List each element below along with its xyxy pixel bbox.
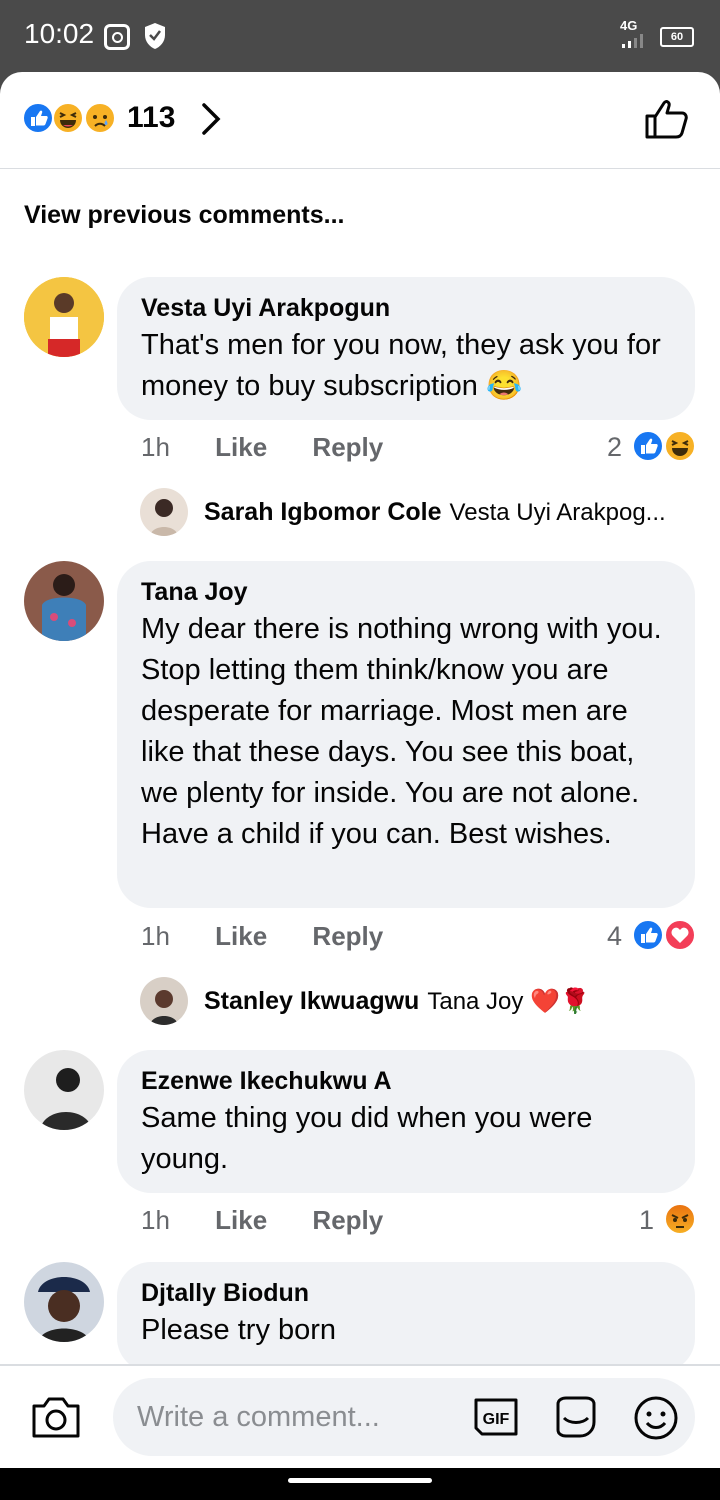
haha-icon bbox=[52, 102, 84, 134]
comments-sheet: 113 View previous comments... Vesta Uyi … bbox=[0, 72, 720, 1468]
battery-indicator: 60 bbox=[660, 27, 694, 47]
like-icon bbox=[22, 102, 54, 134]
comment-input[interactable] bbox=[113, 1378, 695, 1456]
sad-icon bbox=[84, 102, 116, 134]
like-icon bbox=[632, 919, 664, 951]
avatar-image bbox=[24, 561, 104, 641]
comment-author[interactable]: Vesta Uyi Arakpogun bbox=[141, 293, 671, 323]
reply-author: Stanley Ikwuagwu Tana Joy ❤️🌹 bbox=[204, 987, 590, 1016]
like-button[interactable]: Like bbox=[215, 432, 267, 462]
like-icon bbox=[632, 430, 664, 462]
comment-author[interactable]: Djtally Biodun bbox=[141, 1278, 671, 1308]
reply-author-name: Stanley Ikwuagwu bbox=[204, 987, 420, 1015]
status-bar: 10:02 4G 60 bbox=[0, 0, 720, 72]
avatar-image bbox=[24, 1050, 104, 1130]
haha-icon bbox=[664, 430, 696, 462]
like-button[interactable]: Like bbox=[215, 1205, 267, 1235]
status-time: 10:02 bbox=[24, 18, 95, 49]
comment-actions: 1h Like Reply bbox=[141, 432, 421, 463]
home-gesture-handle[interactable] bbox=[288, 1478, 432, 1483]
love-icon bbox=[664, 919, 696, 951]
angry-icon bbox=[664, 1203, 696, 1235]
avatar bbox=[140, 488, 188, 536]
chevron-right-icon[interactable] bbox=[200, 102, 222, 136]
camera-icon[interactable] bbox=[30, 1394, 82, 1440]
view-previous-comments-link[interactable]: View previous comments... bbox=[24, 201, 344, 230]
avatar[interactable] bbox=[24, 561, 104, 641]
comment-actions: 1h Like Reply bbox=[141, 921, 421, 952]
reaction-count: 113 bbox=[127, 101, 176, 134]
comment-bubble[interactable]: Tana Joy My dear there is nothing wrong … bbox=[117, 561, 695, 908]
comment-text: My dear there is nothing wrong with you.… bbox=[141, 613, 662, 850]
comment-bubble[interactable]: Vesta Uyi Arakpogun That's men for you n… bbox=[117, 277, 695, 420]
comment-author[interactable]: Tana Joy bbox=[141, 577, 671, 607]
avatar bbox=[140, 977, 188, 1025]
instagram-icon bbox=[104, 24, 130, 50]
avatar[interactable] bbox=[24, 1050, 104, 1130]
reply-text: Tana Joy ❤️🌹 bbox=[427, 988, 590, 1015]
comment-time: 1h bbox=[141, 921, 170, 951]
thumbs-up-icon[interactable] bbox=[644, 98, 690, 140]
comment-time: 1h bbox=[141, 1205, 170, 1235]
comment-reaction-count[interactable]: 4 bbox=[607, 921, 622, 952]
avatar[interactable] bbox=[24, 1262, 104, 1342]
reply-author-name: Sarah Igbomor Cole bbox=[204, 498, 442, 526]
avatar-image bbox=[24, 277, 104, 357]
comment-bubble[interactable]: Ezenwe Ikechukwu A Same thing you did wh… bbox=[117, 1050, 695, 1193]
reply-button[interactable]: Reply bbox=[312, 921, 383, 951]
sticker-icon[interactable] bbox=[552, 1394, 600, 1442]
svg-text:GIF: GIF bbox=[483, 1411, 510, 1428]
comment-time: 1h bbox=[141, 432, 170, 462]
signal-icon bbox=[622, 34, 643, 48]
shield-icon bbox=[145, 23, 165, 49]
comment-text: Same thing you did when you were young. bbox=[141, 1102, 593, 1175]
avatar-image bbox=[24, 1262, 104, 1342]
comment-actions: 1h Like Reply bbox=[141, 1205, 421, 1236]
comment-reaction-count[interactable]: 2 bbox=[607, 432, 622, 463]
comment-composer: GIF bbox=[0, 1364, 720, 1468]
reaction-summary-icons bbox=[22, 102, 122, 136]
navigation-bar bbox=[0, 1468, 720, 1500]
emoji-icon[interactable] bbox=[632, 1394, 680, 1442]
reply-text: Vesta Uyi Arakpog... bbox=[449, 499, 666, 526]
gif-icon[interactable]: GIF bbox=[472, 1396, 520, 1438]
comment-bubble[interactable]: Djtally Biodun Please try born bbox=[117, 1262, 695, 1372]
comment-text: That's men for you now, they ask you for… bbox=[141, 329, 661, 402]
comment-reaction-count[interactable]: 1 bbox=[639, 1205, 654, 1236]
reply-preview[interactable]: Sarah Igbomor Cole Vesta Uyi Arakpog... bbox=[140, 488, 700, 536]
comment-author[interactable]: Ezenwe Ikechukwu A bbox=[141, 1066, 671, 1096]
reactions-header[interactable]: 113 bbox=[0, 72, 720, 169]
reply-preview[interactable]: Stanley Ikwuagwu Tana Joy ❤️🌹 bbox=[140, 977, 700, 1025]
like-button[interactable]: Like bbox=[215, 921, 267, 951]
comment-text: Please try born bbox=[141, 1314, 337, 1346]
reply-button[interactable]: Reply bbox=[312, 1205, 383, 1235]
network-type: 4G bbox=[620, 18, 638, 33]
reply-author: Sarah Igbomor Cole Vesta Uyi Arakpog... bbox=[204, 498, 666, 527]
avatar[interactable] bbox=[24, 277, 104, 357]
reply-button[interactable]: Reply bbox=[312, 432, 383, 462]
